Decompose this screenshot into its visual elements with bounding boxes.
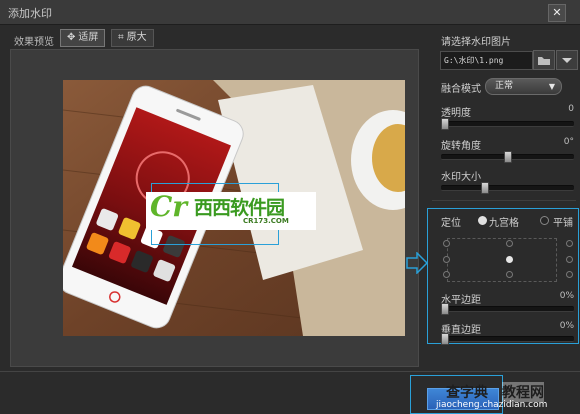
preview-label: 效果预览 bbox=[14, 37, 54, 48]
chevron-down-icon: ▼ bbox=[548, 82, 555, 91]
watermark-brand: 西西软件园 bbox=[194, 197, 285, 219]
opacity-slider-thumb[interactable] bbox=[441, 118, 449, 130]
blend-mode-label: 融合模式 bbox=[441, 84, 481, 95]
rotation-label: 旋转角度 bbox=[441, 141, 481, 152]
opacity-label: 透明度 bbox=[441, 108, 471, 119]
original-size-button[interactable]: ⌗ 原大 bbox=[111, 29, 154, 47]
browse-folder-button[interactable] bbox=[533, 50, 555, 70]
size-label: 水印大小 bbox=[441, 172, 481, 183]
site-watermark-name: 教程网 bbox=[502, 382, 544, 402]
fit-screen-button[interactable]: ✥ 适屏 bbox=[60, 29, 106, 47]
highlight-arrow-icon bbox=[406, 252, 429, 274]
title-bar: 添加水印 ✕ bbox=[0, 0, 580, 25]
position-label: 定位 bbox=[441, 218, 461, 229]
tile-mode-label: 平铺 bbox=[553, 218, 573, 229]
h-margin-slider-thumb[interactable] bbox=[441, 303, 449, 315]
position-top-right[interactable] bbox=[566, 240, 573, 247]
position-bottom-right[interactable] bbox=[566, 271, 573, 278]
opacity-value: 0 bbox=[568, 104, 574, 114]
position-bottom-left[interactable] bbox=[443, 271, 450, 278]
close-button[interactable]: ✕ bbox=[548, 4, 566, 22]
window-title: 添加水印 bbox=[8, 7, 52, 20]
position-top-center[interactable] bbox=[506, 240, 513, 247]
tile-mode-radio[interactable] bbox=[540, 216, 549, 225]
blend-mode-value: 正常 bbox=[495, 81, 514, 91]
watermark-logo-letter: Cr bbox=[150, 190, 188, 223]
position-bottom-center[interactable] bbox=[506, 271, 513, 278]
image-path-input[interactable]: G:\水印\1.png bbox=[440, 51, 533, 70]
original-size-icon: ⌗ bbox=[118, 32, 124, 43]
position-center[interactable] bbox=[506, 256, 513, 263]
panel-divider bbox=[432, 200, 576, 201]
original-size-label: 原大 bbox=[126, 32, 147, 43]
v-margin-slider[interactable] bbox=[441, 336, 574, 342]
position-middle-right[interactable] bbox=[566, 256, 573, 263]
rotation-value: 0° bbox=[563, 137, 574, 147]
blend-mode-select[interactable]: 正常 ▼ bbox=[485, 78, 562, 95]
image-history-dropdown[interactable] bbox=[556, 50, 578, 70]
size-slider-thumb[interactable] bbox=[481, 182, 489, 194]
folder-icon bbox=[538, 57, 550, 65]
nine-grid-area bbox=[447, 238, 557, 282]
opacity-slider[interactable] bbox=[441, 121, 574, 127]
rotation-slider-thumb[interactable] bbox=[503, 151, 512, 163]
site-watermark-url: jiaocheng.chazidian.com bbox=[436, 400, 548, 410]
watermark-url: CR173.COM bbox=[243, 217, 289, 225]
image-select-label: 请选择水印图片 bbox=[441, 37, 511, 48]
size-slider[interactable] bbox=[441, 185, 574, 191]
v-margin-value: 0% bbox=[559, 321, 574, 331]
v-margin-slider-thumb[interactable] bbox=[441, 333, 449, 345]
grid-mode-radio[interactable] bbox=[478, 216, 487, 225]
h-margin-value: 0% bbox=[559, 291, 574, 301]
footer-divider bbox=[0, 371, 580, 372]
chevron-down-icon bbox=[562, 58, 572, 63]
position-middle-left[interactable] bbox=[443, 256, 450, 263]
site-watermark-brand: 查字典 bbox=[446, 385, 488, 401]
fit-screen-icon: ✥ bbox=[67, 32, 76, 43]
h-margin-slider[interactable] bbox=[441, 306, 574, 312]
fit-screen-label: 适屏 bbox=[78, 32, 99, 43]
position-top-left[interactable] bbox=[443, 240, 450, 247]
grid-mode-label: 九宫格 bbox=[489, 218, 519, 229]
